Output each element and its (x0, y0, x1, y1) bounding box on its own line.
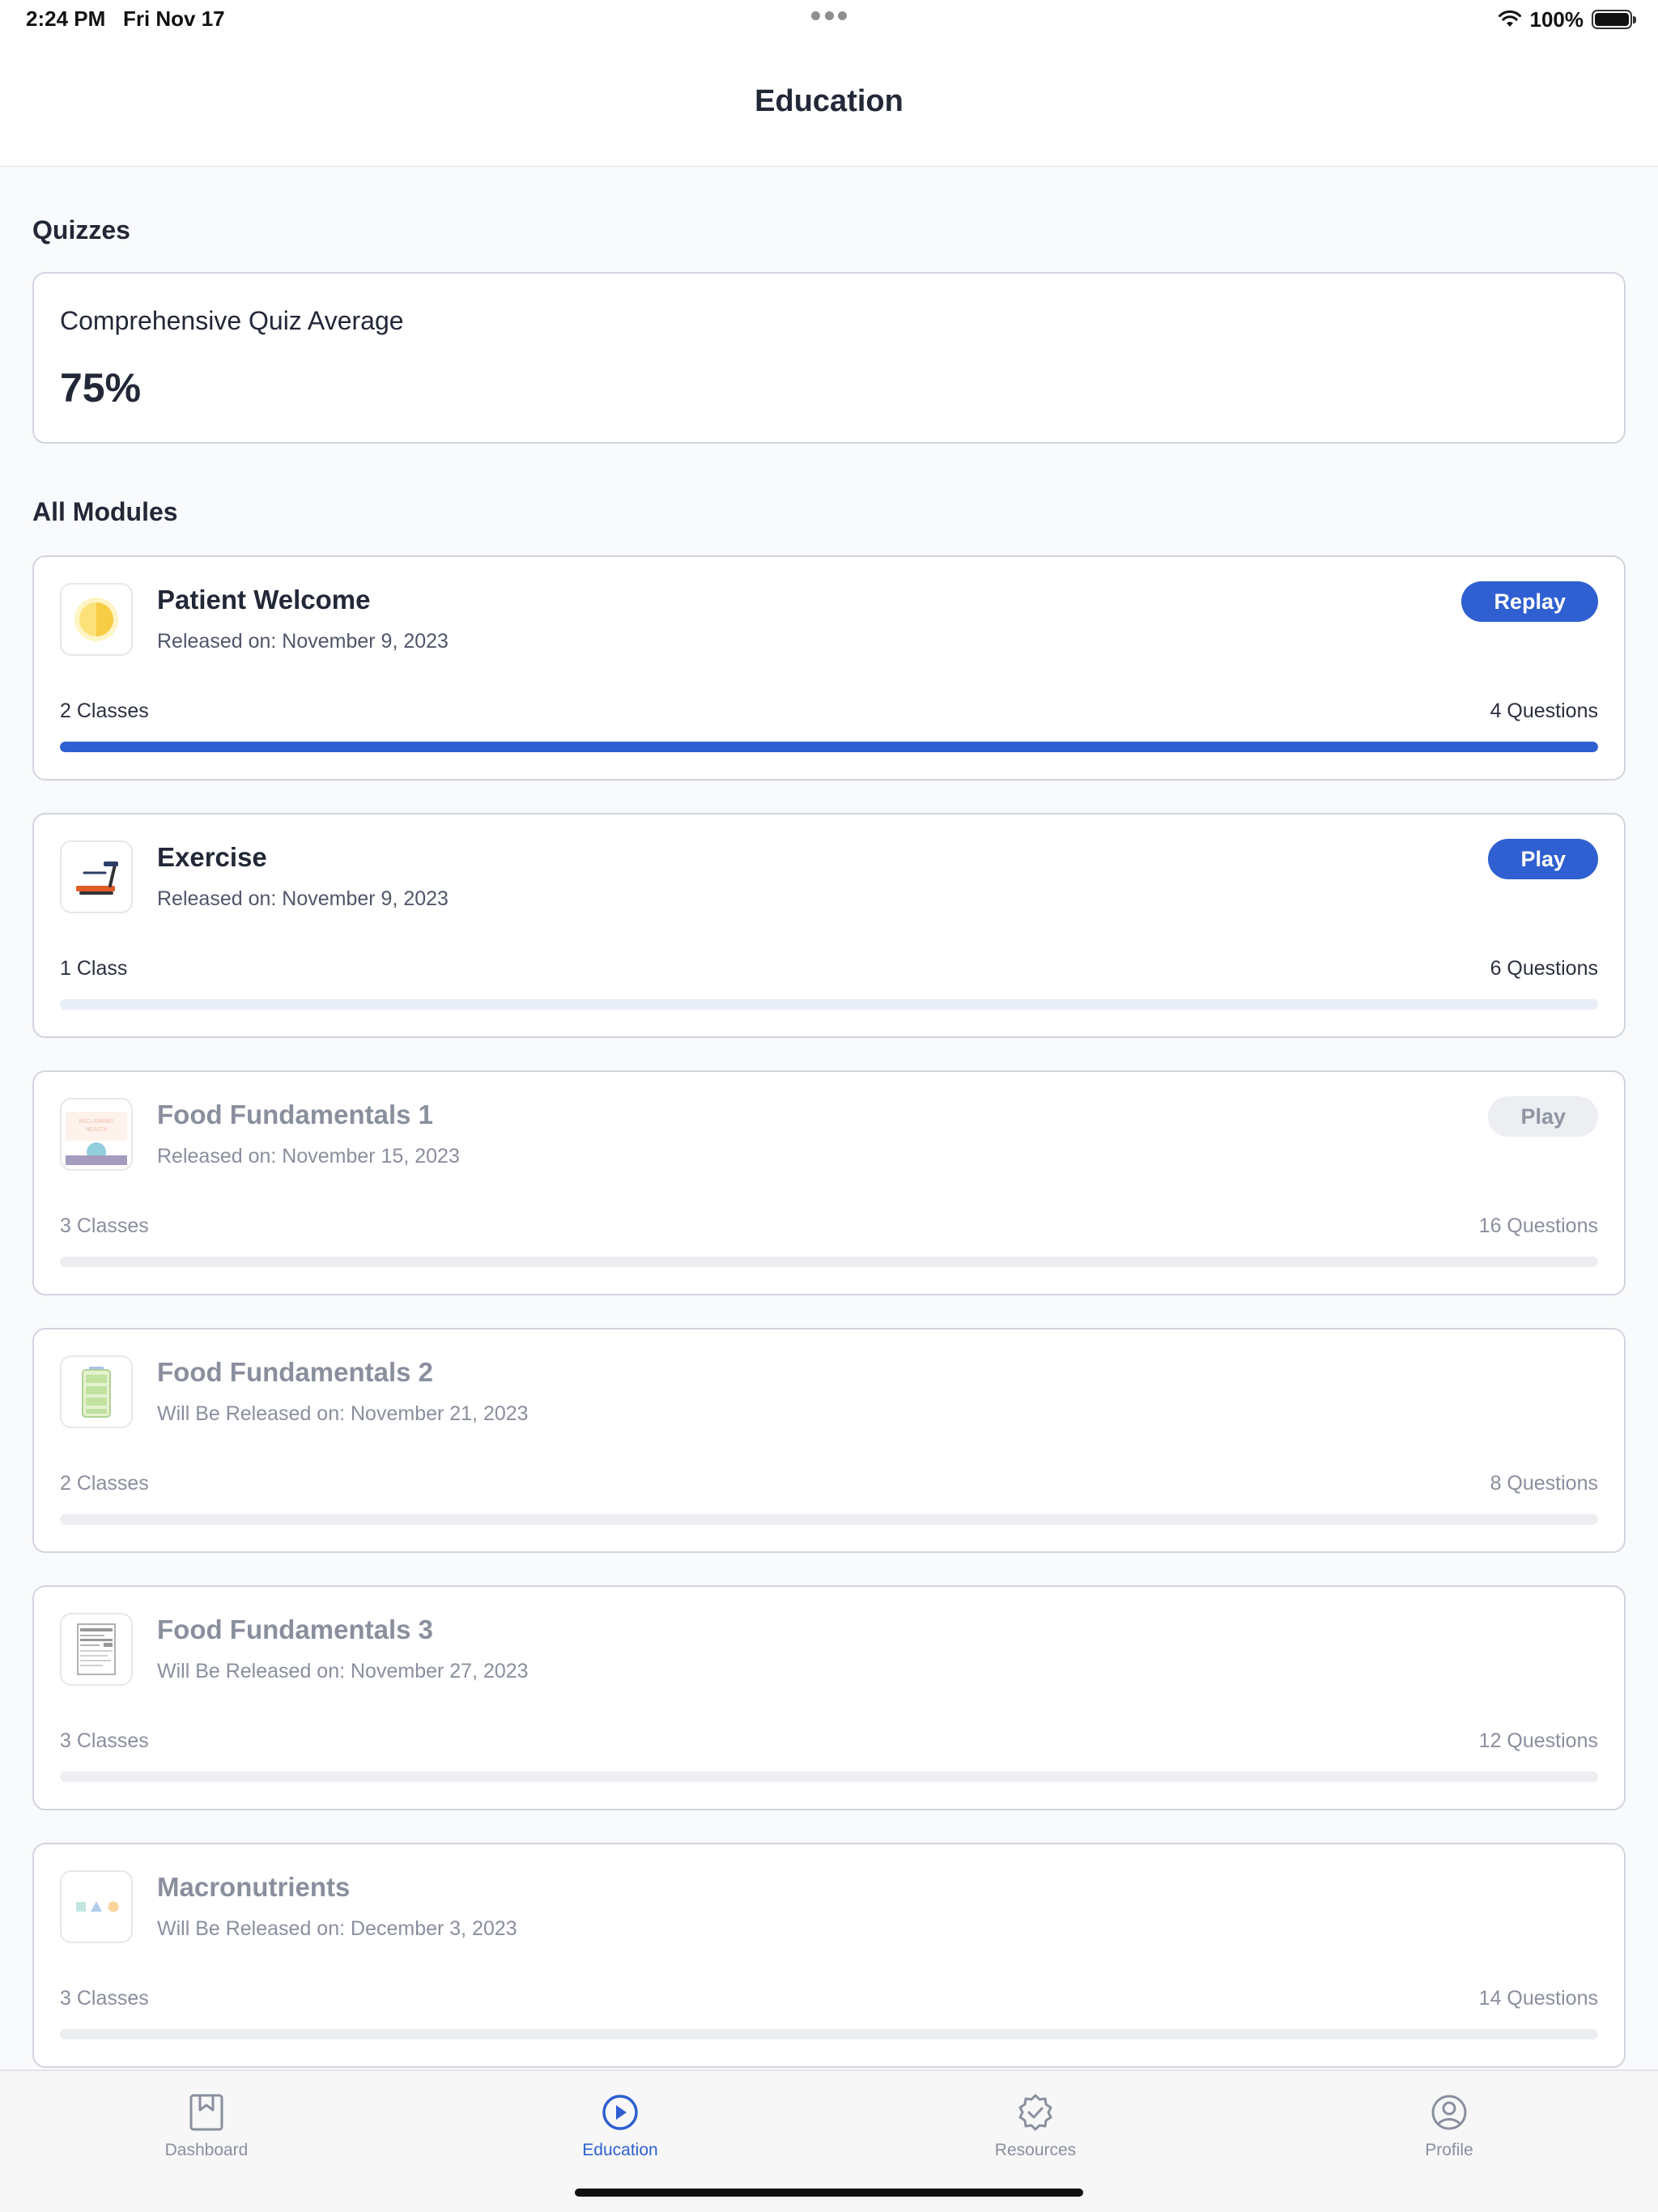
module-classes-count: 3 Classes (60, 1729, 149, 1752)
tab-dashboard[interactable]: Dashboard (109, 2092, 304, 2173)
navigation-header: Education (0, 39, 1658, 167)
multitasking-dots-icon[interactable] (811, 10, 847, 21)
play-button[interactable]: Play (1488, 839, 1598, 879)
module-questions-count: 6 Questions (1490, 957, 1598, 980)
treadmill-icon (60, 840, 133, 913)
quiz-average-value: 75% (60, 365, 142, 410)
module-classes-count: 2 Classes (60, 1472, 149, 1495)
battery-icon (60, 1355, 133, 1428)
module-title: Patient Welcome (157, 585, 371, 615)
module-classes-count: 3 Classes (60, 1987, 149, 2010)
module-progress-bar (60, 2029, 1598, 2040)
module-questions-count: 16 Questions (1478, 1214, 1598, 1237)
module-release-date: Will Be Released on: November 21, 2023 (157, 1402, 529, 1425)
tab-resources[interactable]: Resources (938, 2092, 1133, 2173)
module-questions-count: 8 Questions (1490, 1472, 1598, 1495)
quiz-average-card: Comprehensive Quiz Average 75% (32, 272, 1626, 444)
quizzes-section-title: Quizzes (32, 215, 130, 245)
home-indicator[interactable] (575, 2189, 1083, 2197)
status-time: 2:24 PM Fri Nov 17 (26, 6, 225, 32)
status-bar: 2:24 PM Fri Nov 17 100% (0, 0, 1658, 39)
profile-icon (1431, 2095, 1467, 2130)
status-time-value: 2:24 PM (26, 6, 106, 31)
quiz-average-label: Comprehensive Quiz Average (60, 306, 404, 335)
module-questions-count: 4 Questions (1490, 700, 1598, 722)
module-card-food-fundamentals-1[interactable]: RECLAIMING HEALTH Food Fundamentals 1 Re… (32, 1070, 1626, 1295)
module-title: Macronutrients (157, 1872, 351, 1902)
icon-text-line-2: HEALTH (86, 1126, 108, 1133)
module-release-date: Will Be Released on: December 3, 2023 (157, 1917, 517, 1940)
modules-section-title: All Modules (32, 497, 178, 526)
main-content[interactable]: Quizzes Comprehensive Quiz Average 75% A… (0, 167, 1658, 2069)
module-questions-count: 12 Questions (1478, 1729, 1598, 1752)
module-classes-count: 2 Classes (60, 700, 149, 722)
module-questions-count: 14 Questions (1478, 1987, 1598, 2010)
module-classes-count: 3 Classes (60, 1214, 149, 1237)
sun-icon (60, 583, 133, 656)
module-progress-fill (60, 742, 1598, 752)
module-title: Food Fundamentals 1 (157, 1100, 434, 1129)
tab-label: Dashboard (164, 2141, 249, 2159)
play-circle-icon (602, 2095, 638, 2130)
status-indicators: 100% (1498, 6, 1636, 32)
wifi-icon (1498, 10, 1521, 27)
nutrition-facts-icon (60, 1613, 133, 1686)
page-title: Education (755, 84, 903, 118)
module-card-macronutrients[interactable]: Macronutrients Will Be Released on: Dece… (32, 1843, 1626, 2068)
module-progress-bar (60, 1257, 1598, 1267)
reclaiming-health-icon: RECLAIMING HEALTH (60, 1098, 133, 1171)
module-release-date: Released on: November 9, 2023 (157, 887, 449, 910)
tab-label: Resources (994, 2141, 1077, 2159)
status-date-value: Fri Nov 17 (122, 6, 225, 31)
dashboard-icon (189, 2094, 223, 2131)
tab-label: Profile (1425, 2141, 1473, 2159)
module-progress-bar (60, 1772, 1598, 1782)
module-release-date: Released on: November 15, 2023 (157, 1145, 460, 1168)
icon-text-line-1: RECLAIMING (79, 1118, 114, 1125)
module-progress-bar (60, 999, 1598, 1010)
module-classes-count: 1 Class (60, 957, 128, 980)
battery-icon (1592, 10, 1636, 29)
module-progress-bar (60, 1514, 1598, 1525)
module-progress-bar (60, 742, 1598, 752)
module-card-food-fundamentals-2[interactable]: Food Fundamentals 2 Will Be Released on:… (32, 1328, 1626, 1553)
module-card-exercise[interactable]: Exercise Released on: November 9, 2023 P… (32, 813, 1626, 1038)
module-title: Food Fundamentals 2 (157, 1357, 434, 1387)
module-title: Exercise (157, 842, 267, 872)
module-title: Food Fundamentals 3 (157, 1614, 434, 1644)
tab-label: Education (582, 2141, 658, 2159)
module-card-patient-welcome[interactable]: Patient Welcome Released on: November 9,… (32, 555, 1626, 781)
replay-button[interactable]: Replay (1461, 581, 1598, 622)
badge-check-icon (1018, 2094, 1052, 2131)
module-card-food-fundamentals-3[interactable]: Food Fundamentals 3 Will Be Released on:… (32, 1585, 1626, 1810)
macronutrients-icon (60, 1870, 133, 1943)
module-release-date: Will Be Released on: November 27, 2023 (157, 1660, 529, 1682)
module-release-date: Released on: November 9, 2023 (157, 630, 449, 653)
battery-percentage: 100% (1529, 6, 1584, 32)
tab-education[interactable]: Education (523, 2092, 717, 2173)
play-button-disabled[interactable]: Play (1488, 1096, 1598, 1137)
tab-profile[interactable]: Profile (1352, 2092, 1546, 2173)
